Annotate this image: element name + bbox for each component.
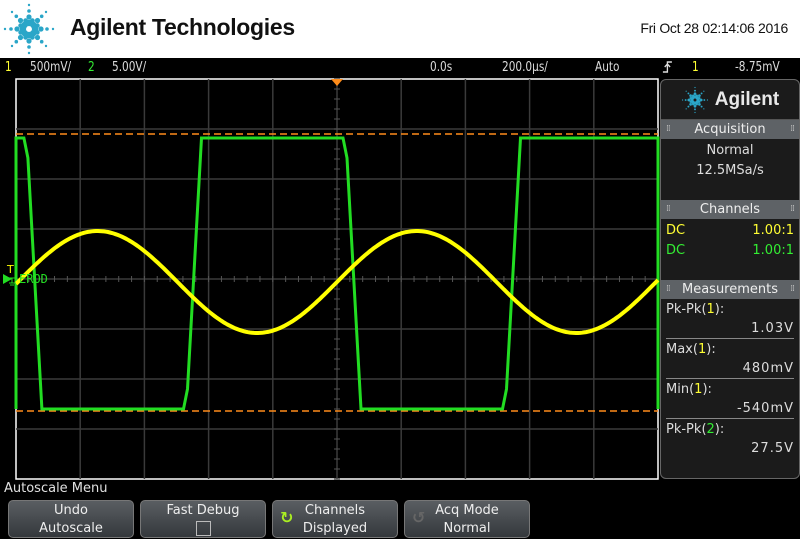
acquisition-title: Acquisition (694, 122, 766, 137)
measurement-name: Pk-Pk (666, 422, 702, 437)
acq-mode-button[interactable]: ↺ Acq Mode Normal (404, 500, 530, 538)
acquisition-section: Normal 12.5MSa/s (661, 139, 799, 200)
status-bar: 1 500mV/ 2 5.00V/ 0.0s 200.0µs/ Auto 1 -… (0, 58, 800, 78)
softkey-label: Fast Debug (166, 503, 240, 518)
measurement-item: Pk-Pk(1): 1.03V (666, 299, 794, 339)
menu-title: Autoscale Menu (4, 481, 108, 496)
agilent-logo-icon (3, 3, 55, 55)
cycle-arrow-icon: ↻ (280, 508, 294, 527)
channel-row-1: DC 1.00:1 (666, 221, 794, 241)
trigger-mode[interactable]: Auto (595, 60, 619, 75)
measurement-item: Pk-Pk(2): 27.5V (666, 422, 794, 456)
panel-logo-text: Agilent (714, 88, 780, 110)
datetime: Fri Oct 28 02:14:06 2016 (640, 20, 788, 36)
trigger-level-marker[interactable]: T (6, 263, 14, 276)
cycle-arrow-icon: ↺ (412, 508, 426, 527)
drag-handle-icon[interactable]: ⁞⁞ (790, 120, 795, 139)
softkey-label: Undo (54, 503, 88, 518)
softkey-sublabel: Autoscale (39, 521, 103, 536)
measurement-channel: 1 (706, 302, 715, 317)
ch1-label[interactable]: 1 (5, 60, 12, 75)
channels-section: DC 1.00:1 DC 1.00:1 (661, 219, 799, 280)
measurements-header[interactable]: ⁞⁞ Measurements ⁞⁞ (661, 280, 799, 299)
ch1-scale[interactable]: 500mV/ (30, 60, 71, 75)
time-scale[interactable]: 200.0µs/ (502, 60, 548, 75)
fast-debug-button[interactable]: Fast Debug (140, 500, 266, 538)
measurement-item: Min(1): -540mV (666, 379, 794, 419)
measurement-item: Max(1): 480mV (666, 339, 794, 379)
measurement-name: Min (666, 382, 690, 397)
trigger-level[interactable]: -8.75mV (735, 60, 780, 75)
measurement-channel: 1 (694, 382, 703, 397)
rising-edge-icon (662, 60, 673, 78)
info-panel: Agilent ⁞⁞ Acquisition ⁞⁞ Normal 12.5MSa… (660, 79, 800, 479)
channels-displayed-button[interactable]: ↻ Channels Displayed (272, 500, 398, 538)
ch2-waveform-label: EROD (19, 272, 48, 286)
measurements-section: Pk-Pk(1): 1.03V Max(1): 480mV Min(1): -5… (661, 299, 799, 458)
measurement-channel: 1 (697, 342, 707, 357)
measurement-value: 1.03V (751, 321, 794, 336)
measurement-name: Pk-Pk (666, 302, 702, 317)
drag-handle-icon[interactable]: ⁞⁞ (790, 280, 795, 299)
agilent-logo-icon (681, 86, 708, 113)
graticule[interactable]: T EROD (0, 78, 660, 480)
acquisition-mode: Normal (706, 143, 754, 158)
waveform-display[interactable]: T EROD (0, 78, 660, 480)
channels-title: Channels (699, 202, 761, 217)
measurement-value: 27.5V (751, 441, 794, 456)
undo-autoscale-button[interactable]: Undo Autoscale (8, 500, 134, 538)
ch2-probe-ratio: 1.00:1 (752, 243, 794, 258)
ch2-label[interactable]: 2 (88, 60, 95, 75)
trigger-source[interactable]: 1 (692, 60, 699, 75)
channel-row-2: DC 1.00:1 (666, 241, 794, 261)
time-delay[interactable]: 0.0s (430, 60, 452, 75)
ch1-probe-ratio: 1.00:1 (752, 223, 794, 238)
measurement-value: -540mV (736, 401, 794, 416)
drag-handle-icon[interactable]: ⁞⁞ (666, 120, 671, 139)
brand-title: Agilent Technologies (70, 14, 295, 40)
ch1-ground-marker[interactable]: T (6, 263, 14, 276)
sample-rate: 12.5MSa/s (696, 163, 764, 178)
ch1-coupling: DC (666, 223, 686, 238)
measurements-title: Measurements (681, 282, 779, 297)
ch2-scale[interactable]: 5.00V/ (112, 60, 146, 75)
drag-handle-icon[interactable]: ⁞⁞ (666, 200, 671, 219)
measurement-channel: 2 (706, 422, 715, 437)
drag-handle-icon[interactable]: ⁞⁞ (666, 280, 671, 299)
drag-handle-icon[interactable]: ⁞⁞ (790, 200, 795, 219)
measurement-value: 480mV (742, 361, 794, 376)
fast-debug-checkbox[interactable] (195, 521, 211, 536)
panel-logo: Agilent (661, 80, 799, 120)
channels-header[interactable]: ⁞⁞ Channels ⁞⁞ (661, 200, 799, 219)
ch2-coupling: DC (666, 243, 686, 258)
acquisition-header[interactable]: ⁞⁞ Acquisition ⁞⁞ (661, 120, 799, 139)
measurement-name: Max (666, 342, 693, 357)
header: Agilent Technologies Fri Oct 28 02:14:06… (0, 0, 800, 58)
